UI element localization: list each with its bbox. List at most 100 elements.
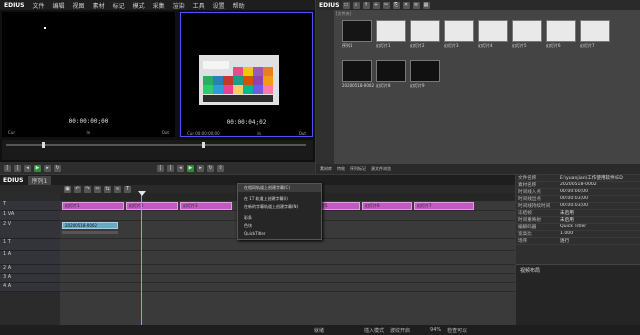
clip-thumbnail <box>376 20 406 42</box>
menu-render[interactable]: 渲染 <box>169 1 189 10</box>
bin-clip[interactable]: 幻灯片7 <box>580 20 610 52</box>
bin-clip[interactable]: 幻灯片2 <box>410 20 440 52</box>
fx-item-video-layout[interactable]: 视频布局 <box>516 265 640 276</box>
bin-clip[interactable]: 序列1 <box>342 20 372 52</box>
menu-clip[interactable]: 素材 <box>89 1 109 10</box>
title-tool-icon[interactable]: T <box>124 186 131 193</box>
playhead-line[interactable] <box>141 193 142 325</box>
playhead-marker-icon[interactable] <box>138 191 146 196</box>
info-value: Quick Titler <box>560 224 587 229</box>
link-icon[interactable]: ∞ <box>114 186 121 193</box>
track-header-1a[interactable]: 1 A <box>0 251 60 265</box>
cut-icon[interactable]: ✂ <box>382 1 390 9</box>
bin-clip[interactable]: 20200518-0002 <box>342 60 374 92</box>
rec-loop-button[interactable]: ↻ <box>207 164 214 172</box>
next-frame-button[interactable]: ▸ <box>44 164 51 172</box>
menu-item-color-bars[interactable]: 彩条 <box>238 214 321 222</box>
loop-button[interactable]: ↻ <box>54 164 61 172</box>
tab-effects[interactable]: 特效 <box>337 166 345 172</box>
bin-clip[interactable]: 幻灯片4 <box>478 20 508 52</box>
redo-icon[interactable]: ↷ <box>84 186 91 193</box>
title-clip[interactable]: 幻灯片6 <box>362 202 412 210</box>
bin-clip[interactable]: 幻灯片8 <box>376 60 406 92</box>
title-clip[interactable]: 幻灯片7 <box>414 202 474 210</box>
title-track-1t <box>60 239 515 251</box>
scrub-track[interactable] <box>6 144 306 146</box>
copy-icon[interactable]: ⎘ <box>392 1 400 9</box>
app-logo: EDIUS <box>4 1 25 9</box>
play-button[interactable]: ▶ <box>34 164 41 172</box>
bin-folder-tree[interactable] <box>316 10 334 164</box>
track-header-2v[interactable]: 2 V <box>0 221 60 239</box>
rec-prev-button[interactable]: ◂ <box>177 164 184 172</box>
menu-item-title-same-track[interactable]: 在相同轨道上创建字幕(C) <box>238 184 321 192</box>
bin-clip[interactable]: 幻灯片9 <box>410 60 440 92</box>
menu-item-quicktitler[interactable]: QuickTitler <box>238 230 321 238</box>
player-timecode: 00:00:00;00 <box>68 118 109 125</box>
player-scrub-handle[interactable] <box>42 142 45 148</box>
recorder-monitor[interactable]: 00:00:04;02 Cur 00:00:00;00 In Out <box>180 12 313 137</box>
add-clip-icon[interactable]: + <box>372 1 380 9</box>
menu-mode[interactable]: 模式 <box>129 1 149 10</box>
player-monitor[interactable]: 00:00:00;00 Cur In Out <box>2 12 175 137</box>
track-header-2a[interactable]: 2 A <box>0 265 60 274</box>
menu-bar: EDIUS 文件 编辑 视图 素材 标记 模式 采集 渲染 工具 设置 帮助 <box>0 0 315 10</box>
track-header-1t[interactable]: 1 T <box>0 239 60 251</box>
search-icon[interactable]: ⌕ <box>352 1 360 9</box>
info-value: E:\yuanjian\工作使用软件\ED <box>560 176 623 181</box>
clip-thumbnail <box>444 20 474 42</box>
clip-thumbnail <box>580 20 610 42</box>
rec-set-in-button[interactable]: [ <box>157 164 164 172</box>
menu-marker[interactable]: 标记 <box>109 1 129 10</box>
bin-clip[interactable]: 幻灯片3 <box>444 20 474 52</box>
info-key: 冻结帧 <box>518 211 532 216</box>
properties-icon[interactable]: ≡ <box>412 1 420 9</box>
prev-frame-button[interactable]: ◂ <box>24 164 31 172</box>
status-mode: 插入模式 <box>364 327 385 334</box>
delete-icon[interactable]: ✕ <box>402 1 410 9</box>
video-clip[interactable]: 20200518-0002 <box>62 222 118 229</box>
rec-next-button[interactable]: ▸ <box>197 164 204 172</box>
menu-item-color-matte[interactable]: 色块 <box>238 222 321 230</box>
bin-clip[interactable]: 幻灯片6 <box>546 20 576 52</box>
menu-item-title-1t-track[interactable]: 在 1T 轨道上创建字幕(I) <box>238 195 321 203</box>
rec-play-button[interactable]: ▶ <box>187 164 194 172</box>
menu-item-title-new-track[interactable]: 在新的字幕轨道上创建字幕(N) <box>238 203 321 211</box>
menu-view[interactable]: 视图 <box>69 1 89 10</box>
track-header-title[interactable]: T <box>0 201 60 211</box>
folder-icon[interactable]: ▭ <box>342 1 350 9</box>
menu-capture[interactable]: 采集 <box>149 1 169 10</box>
recorder-scrub-handle[interactable] <box>202 142 205 148</box>
title-clip[interactable]: 幻灯片1 <box>62 202 124 210</box>
track-header-3a[interactable]: 3 A <box>0 274 60 283</box>
set-in-button[interactable]: [ <box>4 164 11 172</box>
view-icon[interactable]: ▦ <box>422 1 430 9</box>
save-icon[interactable]: ▣ <box>64 186 71 193</box>
ripple-icon[interactable]: ⇆ <box>104 186 111 193</box>
title-clip[interactable]: 幻灯片2 <box>126 202 178 210</box>
scrub-area[interactable] <box>2 140 313 160</box>
title-clip[interactable]: 幻灯片3 <box>180 202 232 210</box>
up-icon[interactable]: ↑ <box>362 1 370 9</box>
undo-icon[interactable]: ↶ <box>74 186 81 193</box>
track-header-4a[interactable]: 4 A <box>0 283 60 292</box>
export-button[interactable]: ⇪ <box>217 164 224 172</box>
menu-edit[interactable]: 编辑 <box>49 1 69 10</box>
tab-markers[interactable]: 序列标记 <box>350 166 366 172</box>
cut-tool-icon[interactable]: ✂ <box>94 186 101 193</box>
audio-track-1a <box>60 251 515 265</box>
info-row: 时间重映射 未启用 <box>516 217 640 224</box>
menu-tools[interactable]: 工具 <box>189 1 209 10</box>
tab-source-browser[interactable]: 源文件浏览 <box>371 166 391 172</box>
sequence-tab[interactable]: 序列1 <box>27 175 52 185</box>
info-row: 场序 逐行 <box>516 238 640 245</box>
menu-help[interactable]: 帮助 <box>229 1 249 10</box>
set-out-button[interactable]: ] <box>14 164 21 172</box>
tab-bin[interactable]: 素材库 <box>320 166 332 172</box>
bin-clip[interactable]: 幻灯片1 <box>376 20 406 52</box>
track-header-1va[interactable]: 1 VA <box>0 211 60 221</box>
menu-settings[interactable]: 设置 <box>209 1 229 10</box>
rec-set-out-button[interactable]: ] <box>167 164 174 172</box>
menu-file[interactable]: 文件 <box>29 1 49 10</box>
bin-clip[interactable]: 幻灯片5 <box>512 20 542 52</box>
